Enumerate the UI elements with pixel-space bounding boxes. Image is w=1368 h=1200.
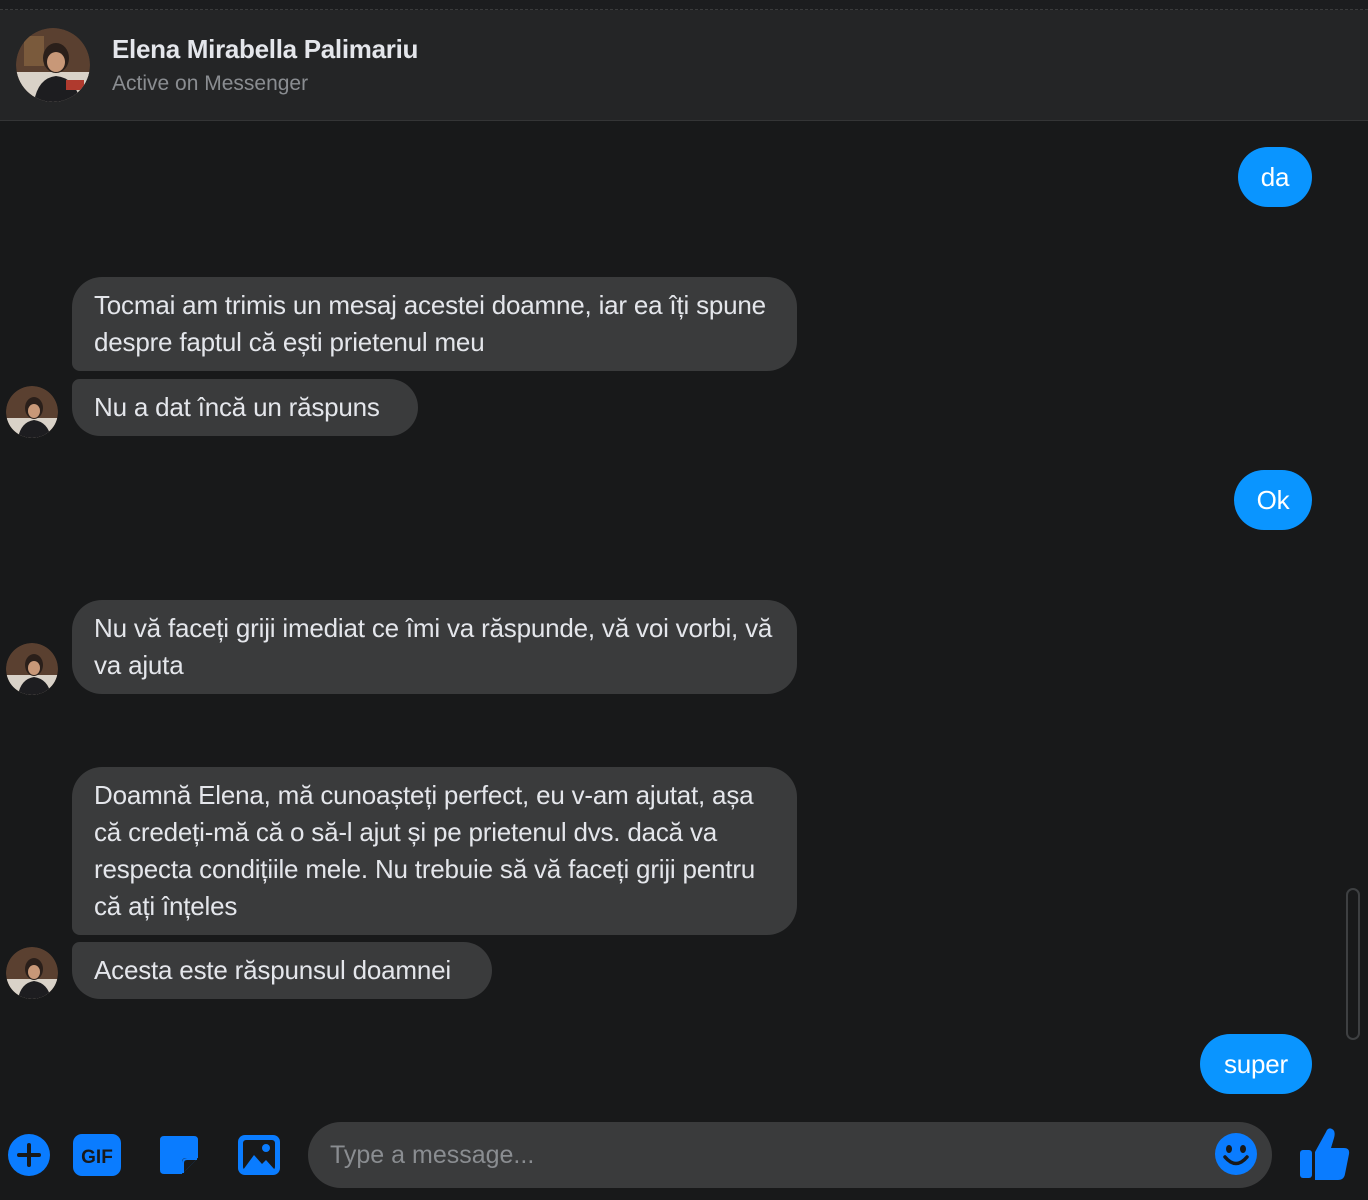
contact-name[interactable]: Elena Mirabella Palimariu xyxy=(112,34,418,65)
incoming-message[interactable]: Tocmai am trimis un mesaj acestei doamne… xyxy=(72,277,797,371)
incoming-message[interactable]: Nu vă faceți griji imediat ce îmi va răs… xyxy=(72,600,797,694)
message-input[interactable] xyxy=(308,1122,1272,1188)
sticker-icon xyxy=(160,1136,198,1174)
outgoing-message[interactable]: super xyxy=(1200,1034,1312,1094)
composer-bar: GIF xyxy=(0,1116,1368,1200)
contact-avatar-small[interactable] xyxy=(6,643,58,695)
image-icon xyxy=(238,1135,280,1175)
add-button[interactable] xyxy=(4,1130,54,1180)
gif-icon: GIF xyxy=(73,1134,121,1176)
contact-avatar-small[interactable] xyxy=(6,947,58,999)
incoming-message[interactable]: Nu a dat încă un răspuns xyxy=(72,379,418,436)
contact-avatar-small[interactable] xyxy=(6,386,58,438)
thumbs-up-icon xyxy=(1300,1128,1350,1180)
add-icon xyxy=(8,1134,50,1176)
emoji-icon xyxy=(1215,1133,1257,1175)
emoji-button[interactable] xyxy=(1212,1130,1260,1178)
incoming-message[interactable]: Acesta este răspunsul doamnei xyxy=(72,942,492,999)
outgoing-message[interactable]: Ok xyxy=(1234,470,1312,530)
incoming-message[interactable]: Doamnă Elena, mă cunoașteți perfect, eu … xyxy=(72,767,797,935)
contact-avatar[interactable] xyxy=(16,28,90,102)
sticker-button[interactable] xyxy=(154,1130,204,1180)
window-top-edge xyxy=(0,0,1368,10)
conversation-header: Elena Mirabella Palimariu Active on Mess… xyxy=(0,10,1368,121)
thread-scrollbar[interactable] xyxy=(1346,888,1360,1040)
gif-button[interactable]: GIF xyxy=(72,1130,122,1180)
image-button[interactable] xyxy=(234,1130,284,1180)
outgoing-message[interactable]: da xyxy=(1238,147,1312,207)
like-button[interactable] xyxy=(1296,1124,1352,1184)
message-thread[interactable]: da Tocmai am trimis un mesaj acestei doa… xyxy=(0,121,1368,1116)
gif-label: GIF xyxy=(81,1147,113,1168)
contact-status: Active on Messenger xyxy=(112,72,309,95)
messenger-window: Elena Mirabella Palimariu Active on Mess… xyxy=(0,0,1368,1200)
